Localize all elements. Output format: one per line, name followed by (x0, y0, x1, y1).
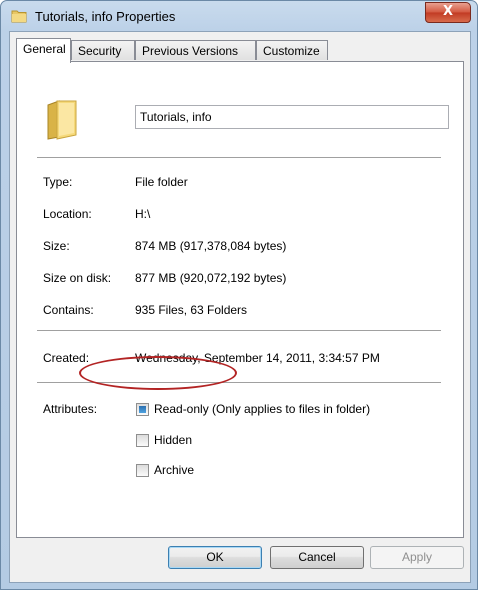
properties-window: Tutorials, info Properties X General Sec… (0, 0, 478, 590)
tab-previous-versions[interactable]: Previous Versions (135, 40, 256, 60)
tab-customize[interactable]: Customize (256, 40, 328, 60)
tab-security[interactable]: Security (71, 40, 135, 60)
folder-icon (11, 10, 27, 23)
attributes-label: Attributes: (43, 402, 98, 416)
location-value: H:\ (135, 207, 151, 221)
created-value: Wednesday, September 14, 2011, 3:34:57 P… (135, 351, 380, 365)
read-only-checkbox[interactable] (136, 403, 149, 416)
folder-name-input[interactable]: Tutorials, info (135, 105, 449, 129)
title-bar[interactable]: Tutorials, info Properties X (1, 1, 477, 31)
hidden-checkbox[interactable] (136, 434, 149, 447)
close-button[interactable]: X (425, 2, 471, 23)
separator (37, 330, 441, 331)
separator (37, 157, 441, 158)
dialog-body: General Security Previous Versions Custo… (9, 31, 471, 583)
window-title: Tutorials, info Properties (35, 9, 176, 24)
archive-checkbox[interactable] (136, 464, 149, 477)
size-on-disk-value: 877 MB (920,072,192 bytes) (135, 271, 287, 285)
type-value: File folder (135, 175, 188, 189)
separator (37, 382, 441, 383)
size-label: Size: (43, 239, 70, 253)
cancel-button[interactable]: Cancel (270, 546, 364, 569)
size-on-disk-label: Size on disk: (43, 271, 112, 285)
hidden-label[interactable]: Hidden (154, 433, 192, 447)
archive-label[interactable]: Archive (154, 463, 194, 477)
general-tab-panel: Tutorials, info Type: File folder Locati… (16, 61, 464, 538)
created-label: Created: (43, 351, 90, 365)
apply-button[interactable]: Apply (370, 546, 464, 569)
read-only-label[interactable]: Read-only (Only applies to files in fold… (154, 402, 370, 416)
contains-label: Contains: (43, 303, 94, 317)
folder-icon (47, 100, 77, 140)
type-label: Type: (43, 175, 73, 189)
size-value: 874 MB (917,378,084 bytes) (135, 239, 287, 253)
location-label: Location: (43, 207, 92, 221)
tab-general[interactable]: General (16, 38, 71, 63)
contains-value: 935 Files, 63 Folders (135, 303, 248, 317)
ok-button[interactable]: OK (168, 546, 262, 569)
